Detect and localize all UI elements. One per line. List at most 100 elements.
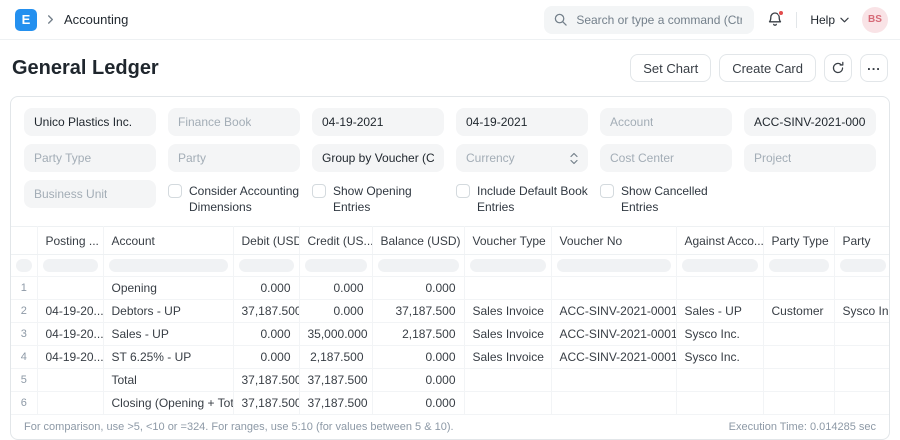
cell-voucher-no[interactable]: [551, 392, 676, 415]
cell-voucher-no[interactable]: ACC-SINV-2021-00010: [551, 300, 676, 323]
cell-posting-date[interactable]: 04-19-20...: [37, 346, 103, 369]
col-against-account-header[interactable]: Against Acco...: [676, 227, 763, 255]
set-chart-button[interactable]: Set Chart: [630, 54, 711, 82]
cell-voucher-type[interactable]: [464, 277, 551, 300]
cell-posting-date[interactable]: [37, 392, 103, 415]
cell-posting-date[interactable]: 04-19-20...: [37, 300, 103, 323]
cell-voucher-no[interactable]: [551, 369, 676, 392]
col-party-type-filter-input[interactable]: [769, 259, 829, 272]
cell-debit[interactable]: 37,187.500: [233, 392, 299, 415]
cell-account[interactable]: Sales - UP: [103, 323, 233, 346]
cell-posting-date[interactable]: [37, 369, 103, 392]
cell-party[interactable]: [834, 392, 890, 415]
cell-voucher-no[interactable]: ACC-SINV-2021-00010: [551, 323, 676, 346]
cell-debit[interactable]: 0.000: [233, 346, 299, 369]
col-account-header[interactable]: Account: [103, 227, 233, 255]
filter-finance-book[interactable]: Finance Book: [168, 108, 300, 136]
cell-debit[interactable]: 37,187.500: [233, 369, 299, 392]
col-balance-filter-input[interactable]: [378, 259, 459, 272]
cell-credit[interactable]: 37,187.500: [299, 369, 372, 392]
checkbox-consider-accounting-dimensions[interactable]: Consider Accounting Dimensions: [168, 180, 300, 215]
cell-voucher-type[interactable]: Sales Invoice: [464, 346, 551, 369]
erpnext-logo[interactable]: E: [15, 9, 37, 31]
checkbox-include-default-book-entries[interactable]: Include Default Book Entries: [456, 180, 588, 215]
filter-business-unit[interactable]: Business Unit: [24, 180, 156, 208]
search-input[interactable]: [574, 12, 744, 28]
cell-party-type[interactable]: Customer: [763, 300, 834, 323]
cell-voucher-no[interactable]: [551, 277, 676, 300]
col-party-header[interactable]: Party: [834, 227, 890, 255]
checkbox-show-cancelled-entries[interactable]: Show Cancelled Entries: [600, 180, 732, 215]
cell-account[interactable]: Debtors - UP: [103, 300, 233, 323]
cell-against-account[interactable]: [676, 277, 763, 300]
filter-account[interactable]: Account: [600, 108, 732, 136]
global-search[interactable]: [544, 6, 754, 34]
cell-account[interactable]: Total: [103, 369, 233, 392]
col-row-index-filter-input[interactable]: [16, 259, 32, 272]
filter-voucher-no[interactable]: ACC-SINV-2021-00010: [744, 108, 876, 136]
cell-credit[interactable]: 35,000.000: [299, 323, 372, 346]
col-credit-header[interactable]: Credit (US...: [299, 227, 372, 255]
notifications-button[interactable]: [767, 11, 783, 28]
cell-debit[interactable]: 0.000: [233, 277, 299, 300]
cell-voucher-type[interactable]: Sales Invoice: [464, 323, 551, 346]
col-posting-date-header[interactable]: Posting ...: [37, 227, 103, 255]
col-account-filter-input[interactable]: [109, 259, 228, 272]
cell-party-type[interactable]: [763, 346, 834, 369]
refresh-button[interactable]: [824, 54, 852, 82]
avatar[interactable]: BS: [862, 7, 888, 33]
cell-party-type[interactable]: [763, 277, 834, 300]
col-credit-filter-input[interactable]: [305, 259, 367, 272]
cell-party[interactable]: [834, 369, 890, 392]
filter-from-date[interactable]: 04-19-2021: [312, 108, 444, 136]
cell-against-account[interactable]: Sysco Inc.: [676, 323, 763, 346]
cell-voucher-type[interactable]: Sales Invoice: [464, 300, 551, 323]
cell-party-type[interactable]: [763, 323, 834, 346]
cell-posting-date[interactable]: 04-19-20...: [37, 323, 103, 346]
help-menu[interactable]: Help: [810, 13, 849, 27]
col-voucher-type-filter-input[interactable]: [470, 259, 546, 272]
cell-posting-date[interactable]: [37, 277, 103, 300]
cell-balance[interactable]: 0.000: [372, 277, 464, 300]
cell-party-type[interactable]: [763, 369, 834, 392]
cell-balance[interactable]: 0.000: [372, 346, 464, 369]
col-voucher-type-header[interactable]: Voucher Type: [464, 227, 551, 255]
breadcrumb[interactable]: Accounting: [64, 12, 128, 27]
cell-balance[interactable]: 0.000: [372, 392, 464, 415]
cell-voucher-type[interactable]: [464, 369, 551, 392]
col-debit-header[interactable]: Debit (USD): [233, 227, 299, 255]
cell-credit[interactable]: 2,187.500: [299, 346, 372, 369]
filter-group-by[interactable]: Group by Voucher (Consolidated): [312, 144, 444, 172]
cell-account[interactable]: Closing (Opening + Total): [103, 392, 233, 415]
cell-account[interactable]: ST 6.25% - UP: [103, 346, 233, 369]
checkbox-show-opening-entries[interactable]: Show Opening Entries: [312, 180, 444, 215]
col-balance-header[interactable]: Balance (USD): [372, 227, 464, 255]
cell-party[interactable]: [834, 323, 890, 346]
col-posting-date-filter-input[interactable]: [43, 259, 98, 272]
cell-credit[interactable]: 37,187.500: [299, 392, 372, 415]
cell-balance[interactable]: 0.000: [372, 369, 464, 392]
cell-party[interactable]: [834, 346, 890, 369]
filter-party[interactable]: Party: [168, 144, 300, 172]
cell-debit[interactable]: 37,187.500: [233, 300, 299, 323]
col-party-filter-input[interactable]: [840, 259, 887, 272]
filter-company[interactable]: Unico Plastics Inc.: [24, 108, 156, 136]
cell-against-account[interactable]: Sales - UP: [676, 300, 763, 323]
filter-cost-center[interactable]: Cost Center: [600, 144, 732, 172]
cell-balance[interactable]: 2,187.500: [372, 323, 464, 346]
col-voucher-no-header[interactable]: Voucher No: [551, 227, 676, 255]
cell-against-account[interactable]: Sysco Inc.: [676, 346, 763, 369]
cell-credit[interactable]: 0.000: [299, 300, 372, 323]
col-debit-filter-input[interactable]: [239, 259, 294, 272]
more-menu-button[interactable]: ...: [860, 54, 888, 82]
cell-debit[interactable]: 0.000: [233, 323, 299, 346]
cell-voucher-no[interactable]: ACC-SINV-2021-00010: [551, 346, 676, 369]
cell-voucher-type[interactable]: [464, 392, 551, 415]
filter-party-type[interactable]: Party Type: [24, 144, 156, 172]
create-card-button[interactable]: Create Card: [719, 54, 816, 82]
cell-balance[interactable]: 37,187.500: [372, 300, 464, 323]
col-against-account-filter-input[interactable]: [682, 259, 758, 272]
filter-to-date[interactable]: 04-19-2021: [456, 108, 588, 136]
cell-party[interactable]: [834, 277, 890, 300]
col-party-type-header[interactable]: Party Type: [763, 227, 834, 255]
